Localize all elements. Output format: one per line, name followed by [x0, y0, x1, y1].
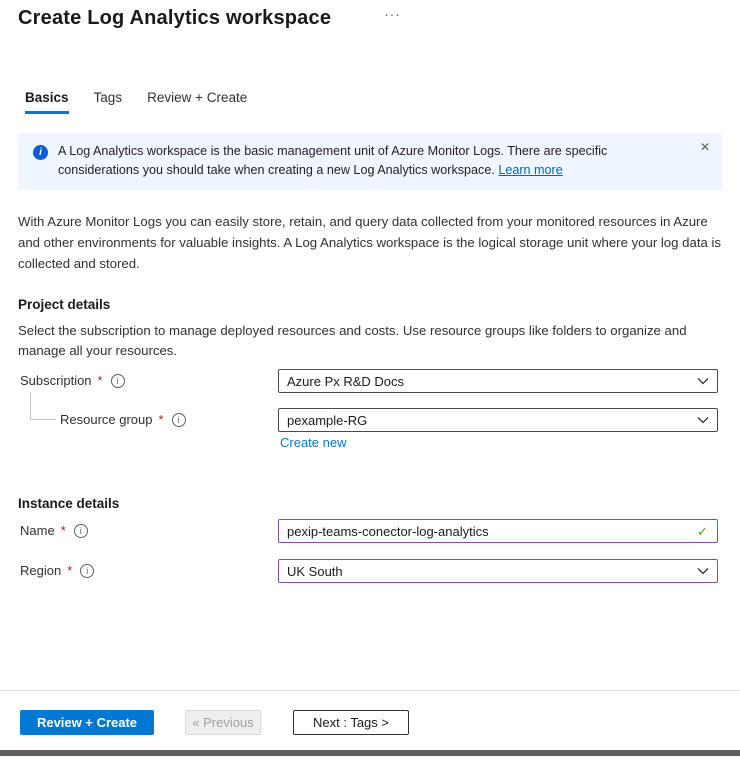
- region-label: Region * i: [20, 563, 95, 578]
- required-asterisk: *: [158, 412, 164, 427]
- review-create-button[interactable]: Review + Create: [20, 710, 154, 735]
- required-asterisk: *: [60, 523, 66, 538]
- subscription-label-text: Subscription: [20, 373, 92, 388]
- subscription-value: Azure Px R&D Docs: [287, 373, 405, 389]
- resource-group-value: pexample-RG: [287, 412, 368, 428]
- create-log-analytics-workspace-page: Create Log Analytics workspace ··· Basic…: [0, 0, 740, 757]
- next-tags-button[interactable]: Next : Tags >: [293, 710, 409, 735]
- valid-check-icon: ✓: [697, 524, 708, 539]
- region-label-text: Region: [20, 563, 62, 578]
- name-label: Name * i: [20, 523, 88, 538]
- chevron-down-icon: [697, 377, 709, 385]
- resource-group-info-icon[interactable]: i: [171, 412, 186, 427]
- tab-basics[interactable]: Basics: [25, 88, 69, 114]
- required-asterisk: *: [67, 563, 73, 578]
- chevron-down-icon: [697, 416, 709, 424]
- info-banner-text: A Log Analytics workspace is the basic m…: [58, 142, 686, 180]
- page-title: Create Log Analytics workspace: [18, 7, 332, 29]
- region-value: UK South: [287, 563, 343, 579]
- resource-group-label: Resource group * i: [60, 412, 186, 427]
- previous-button: « Previous: [185, 710, 261, 735]
- tab-review-create[interactable]: Review + Create: [147, 88, 247, 114]
- footer-divider: [0, 690, 740, 691]
- required-asterisk: *: [97, 373, 103, 388]
- intro-paragraph: With Azure Monitor Logs you can easily s…: [18, 214, 721, 271]
- chevron-down-icon: [697, 567, 709, 575]
- info-banner: i A Log Analytics workspace is the basic…: [18, 133, 722, 190]
- bottom-bar: [0, 750, 740, 756]
- resource-group-dropdown[interactable]: pexample-RG: [278, 408, 718, 432]
- resource-group-tree-connector: [30, 392, 56, 420]
- wizard-tabs: Basics Tags Review + Create: [25, 88, 247, 114]
- name-input[interactable]: [278, 519, 718, 543]
- learn-more-link[interactable]: Learn more: [498, 163, 562, 177]
- region-dropdown[interactable]: UK South: [278, 559, 718, 583]
- close-icon[interactable]: ✕: [700, 141, 710, 153]
- more-options-icon[interactable]: ···: [384, 6, 401, 22]
- create-new-link[interactable]: Create new: [280, 435, 346, 450]
- info-icon: i: [33, 145, 48, 160]
- tab-tags[interactable]: Tags: [94, 88, 123, 114]
- name-info-icon[interactable]: i: [73, 523, 88, 538]
- instance-details-heading: Instance details: [18, 496, 120, 511]
- name-label-text: Name: [20, 523, 55, 538]
- region-info-icon[interactable]: i: [80, 563, 95, 578]
- project-details-heading: Project details: [18, 297, 111, 312]
- subscription-dropdown[interactable]: Azure Px R&D Docs: [278, 369, 718, 393]
- project-details-description: Select the subscription to manage deploy…: [18, 323, 687, 359]
- subscription-label: Subscription * i: [20, 373, 125, 388]
- resource-group-label-text: Resource group: [60, 412, 153, 427]
- subscription-info-icon[interactable]: i: [110, 373, 125, 388]
